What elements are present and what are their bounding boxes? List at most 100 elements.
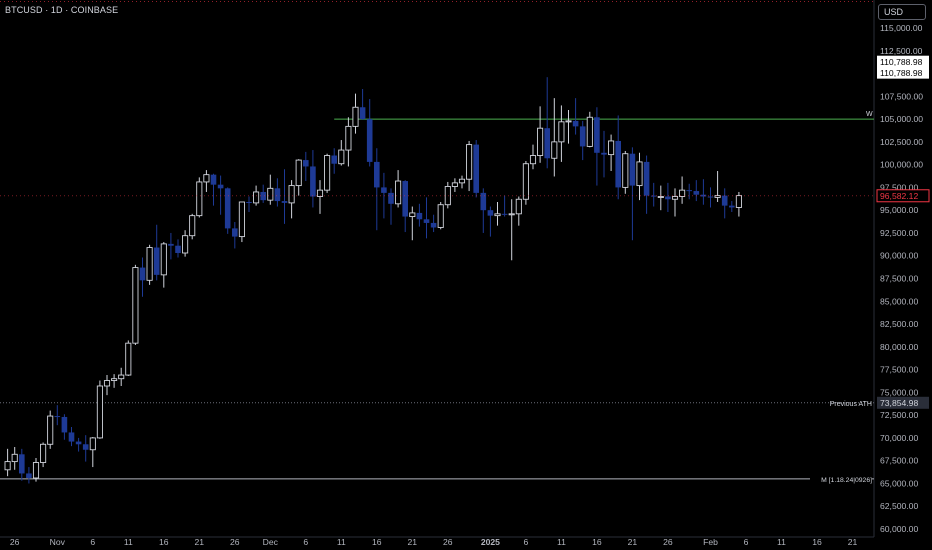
x-tick-label: Nov xyxy=(50,537,66,547)
candle-body-up xyxy=(352,106,359,127)
candle-body-down xyxy=(686,190,692,192)
candle-body-up xyxy=(203,174,210,183)
y-tick-label: 105,000.00 xyxy=(880,114,923,124)
candle-body-down xyxy=(700,194,707,197)
candle-body-up xyxy=(345,125,352,151)
candle-body-down xyxy=(402,181,408,217)
resistance-label: W xyxy=(866,111,873,118)
candle-body-down xyxy=(629,153,636,186)
candle-body-up xyxy=(657,196,664,198)
candle-body-down xyxy=(153,247,160,275)
x-tick-label: 2025 xyxy=(481,537,500,547)
candle-body-up xyxy=(508,213,515,216)
candle-body-up xyxy=(160,243,167,276)
candle-body-up xyxy=(444,186,451,206)
candle-body-down xyxy=(729,205,735,208)
candle-body-up xyxy=(4,461,11,471)
y-tick-label: 112,500.00 xyxy=(880,46,923,56)
candle-body-up xyxy=(586,116,593,147)
high-marker-price: 110,788.98 xyxy=(880,57,923,67)
candle-body-up xyxy=(395,180,402,205)
candle-body-down xyxy=(643,161,650,196)
candle-body-down xyxy=(310,166,316,197)
candle-body-down xyxy=(366,119,373,162)
y-tick-label: 115,000.00 xyxy=(880,23,923,33)
candle-body-down xyxy=(693,191,700,195)
candle-body-down xyxy=(579,126,586,147)
candle-body-down xyxy=(423,219,430,223)
y-tick-label: 102,500.00 xyxy=(880,137,923,147)
candle-body-up xyxy=(515,198,522,215)
x-tick-label: 16 xyxy=(159,537,169,547)
candle-body-down xyxy=(594,117,600,153)
y-tick-label: 90,000.00 xyxy=(880,251,918,261)
candle-body-down xyxy=(246,201,252,203)
high-marker-price: 110,788.98 xyxy=(880,68,923,78)
candle-body-up xyxy=(565,120,572,123)
candle-body-up xyxy=(47,415,54,445)
y-tick-label: 87,500.00 xyxy=(880,274,918,284)
candle-body-up xyxy=(608,140,615,156)
candle-body-down xyxy=(139,267,146,281)
candle-body-down xyxy=(217,184,224,189)
candle-body-down xyxy=(54,416,61,418)
candle-body-down xyxy=(501,213,508,215)
candle-body-up xyxy=(118,374,125,380)
candle-body-down xyxy=(650,195,657,197)
x-tick-label: 11 xyxy=(337,537,346,547)
currency-selector-button[interactable]: USD xyxy=(878,4,926,20)
x-tick-label: 11 xyxy=(557,537,566,547)
candle-body-down xyxy=(480,192,487,211)
candle-body-up xyxy=(735,195,742,208)
candle-body-up xyxy=(189,215,196,237)
x-tick-label: 6 xyxy=(524,537,529,547)
candle-body-down xyxy=(430,222,437,228)
candle-body-down xyxy=(61,416,68,433)
candle-body-up xyxy=(338,149,345,165)
x-tick-label: 26 xyxy=(663,537,673,547)
candle-body-down xyxy=(210,174,217,185)
x-tick-label: 11 xyxy=(777,537,786,547)
y-tick-label: 70,000.00 xyxy=(880,433,918,443)
candle-body-up xyxy=(295,159,302,187)
candle-body-down xyxy=(707,196,714,198)
candle-body-down xyxy=(75,441,82,445)
y-tick-label: 62,500.00 xyxy=(880,501,918,511)
x-tick-label: 6 xyxy=(90,537,95,547)
y-tick-label: 67,500.00 xyxy=(880,456,918,466)
candle-body-up xyxy=(96,385,103,439)
candle-body-up xyxy=(146,247,153,281)
candle-body-down xyxy=(615,140,621,188)
candle-body-up xyxy=(267,187,274,201)
candle-body-up xyxy=(622,153,629,188)
candle-body-down xyxy=(274,188,281,202)
y-tick-label: 60,000.00 xyxy=(880,524,918,534)
candle-body-up xyxy=(714,195,721,198)
candle-body-down xyxy=(388,192,394,204)
candle-body-up xyxy=(494,213,501,217)
candle-body-down xyxy=(665,196,671,200)
candle-body-down xyxy=(473,144,479,193)
x-tick-label: 21 xyxy=(195,537,205,547)
y-tick-label: 82,500.00 xyxy=(880,319,918,329)
x-tick-label: 6 xyxy=(744,537,749,547)
x-tick-label: 21 xyxy=(628,537,638,547)
price-chart[interactable]: 60,000.00 62,500.00 65,000.00 67,500.00 70,0… xyxy=(0,0,932,550)
candle-body-down xyxy=(359,107,366,120)
y-tick-label: 80,000.00 xyxy=(880,342,918,352)
candle-body-down xyxy=(260,191,266,201)
candle-body-down xyxy=(544,128,550,159)
candle-body-up xyxy=(671,196,679,200)
candle-body-down xyxy=(281,201,288,203)
monthly-level-label: M [1.18.24|0926] xyxy=(821,477,872,484)
x-tick-label: 26 xyxy=(230,537,240,547)
y-tick-label: 107,500.00 xyxy=(880,91,923,101)
candle-body-up xyxy=(103,380,111,387)
candle-body-up xyxy=(529,155,537,165)
y-tick-label: 72,500.00 xyxy=(880,410,918,420)
y-tick-label: 65,000.00 xyxy=(880,478,918,488)
candle-body-down xyxy=(82,444,89,450)
candle-body-up xyxy=(522,163,529,200)
candle-body-up xyxy=(196,181,203,217)
candle-body-up xyxy=(238,201,245,238)
